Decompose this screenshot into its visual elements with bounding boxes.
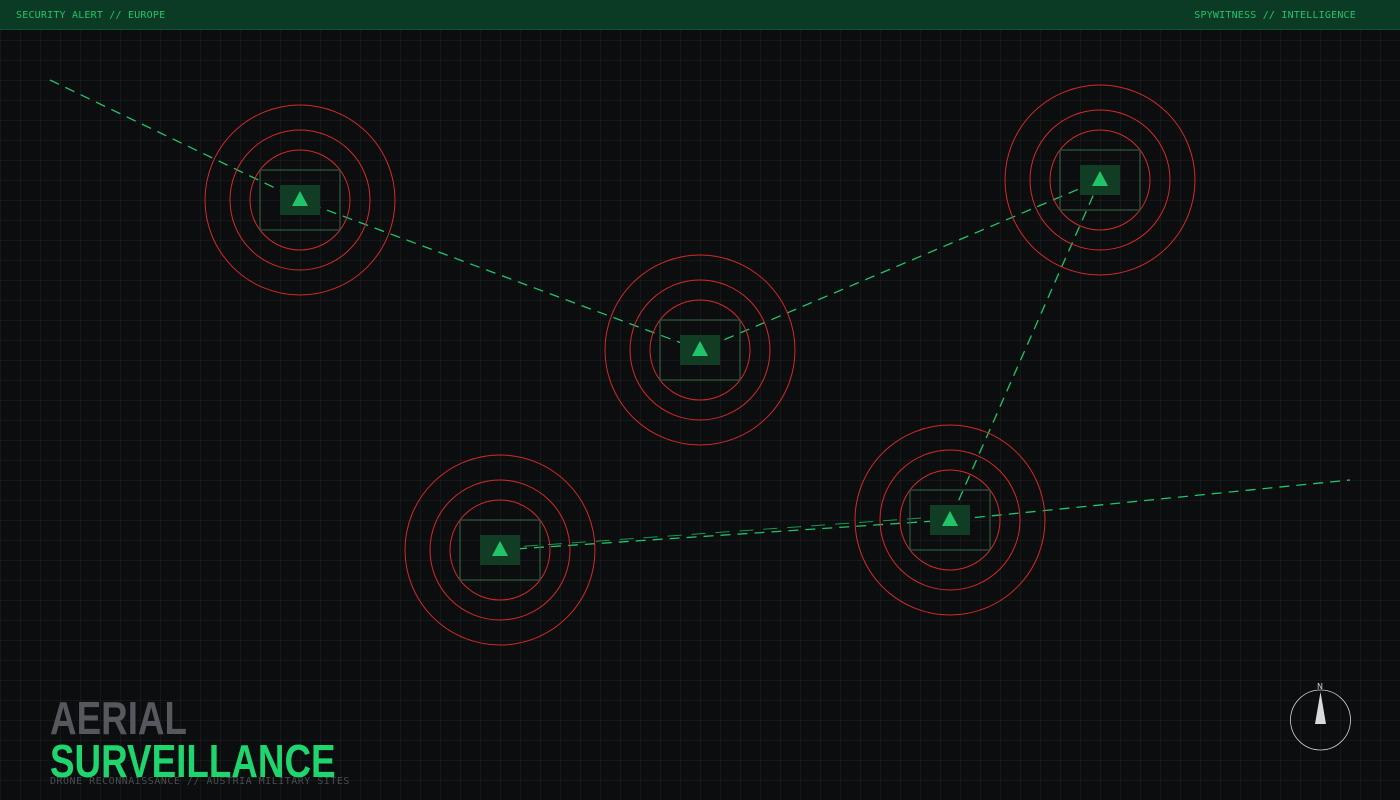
site-marker[interactable] <box>1004 84 1196 276</box>
site-marker[interactable] <box>604 254 796 446</box>
drone-routes <box>49 79 1351 551</box>
compass-icon: N <box>1290 682 1351 751</box>
surveillance-map <box>49 79 1351 646</box>
site-marker[interactable] <box>204 104 396 296</box>
subtitle: DRONE RECONNAISSANCE // AUSTRIA MILITARY… <box>50 776 350 787</box>
drone-route-2 <box>949 179 1101 521</box>
site-marker[interactable] <box>404 454 596 646</box>
compass-needle <box>1315 692 1326 724</box>
military-sites <box>204 84 1196 646</box>
map-canvas: SECURITY ALERT // EUROPE SPYWITNESS // I… <box>0 0 1400 800</box>
drone-route-1 <box>49 79 1101 351</box>
site-marker[interactable] <box>854 424 1046 616</box>
